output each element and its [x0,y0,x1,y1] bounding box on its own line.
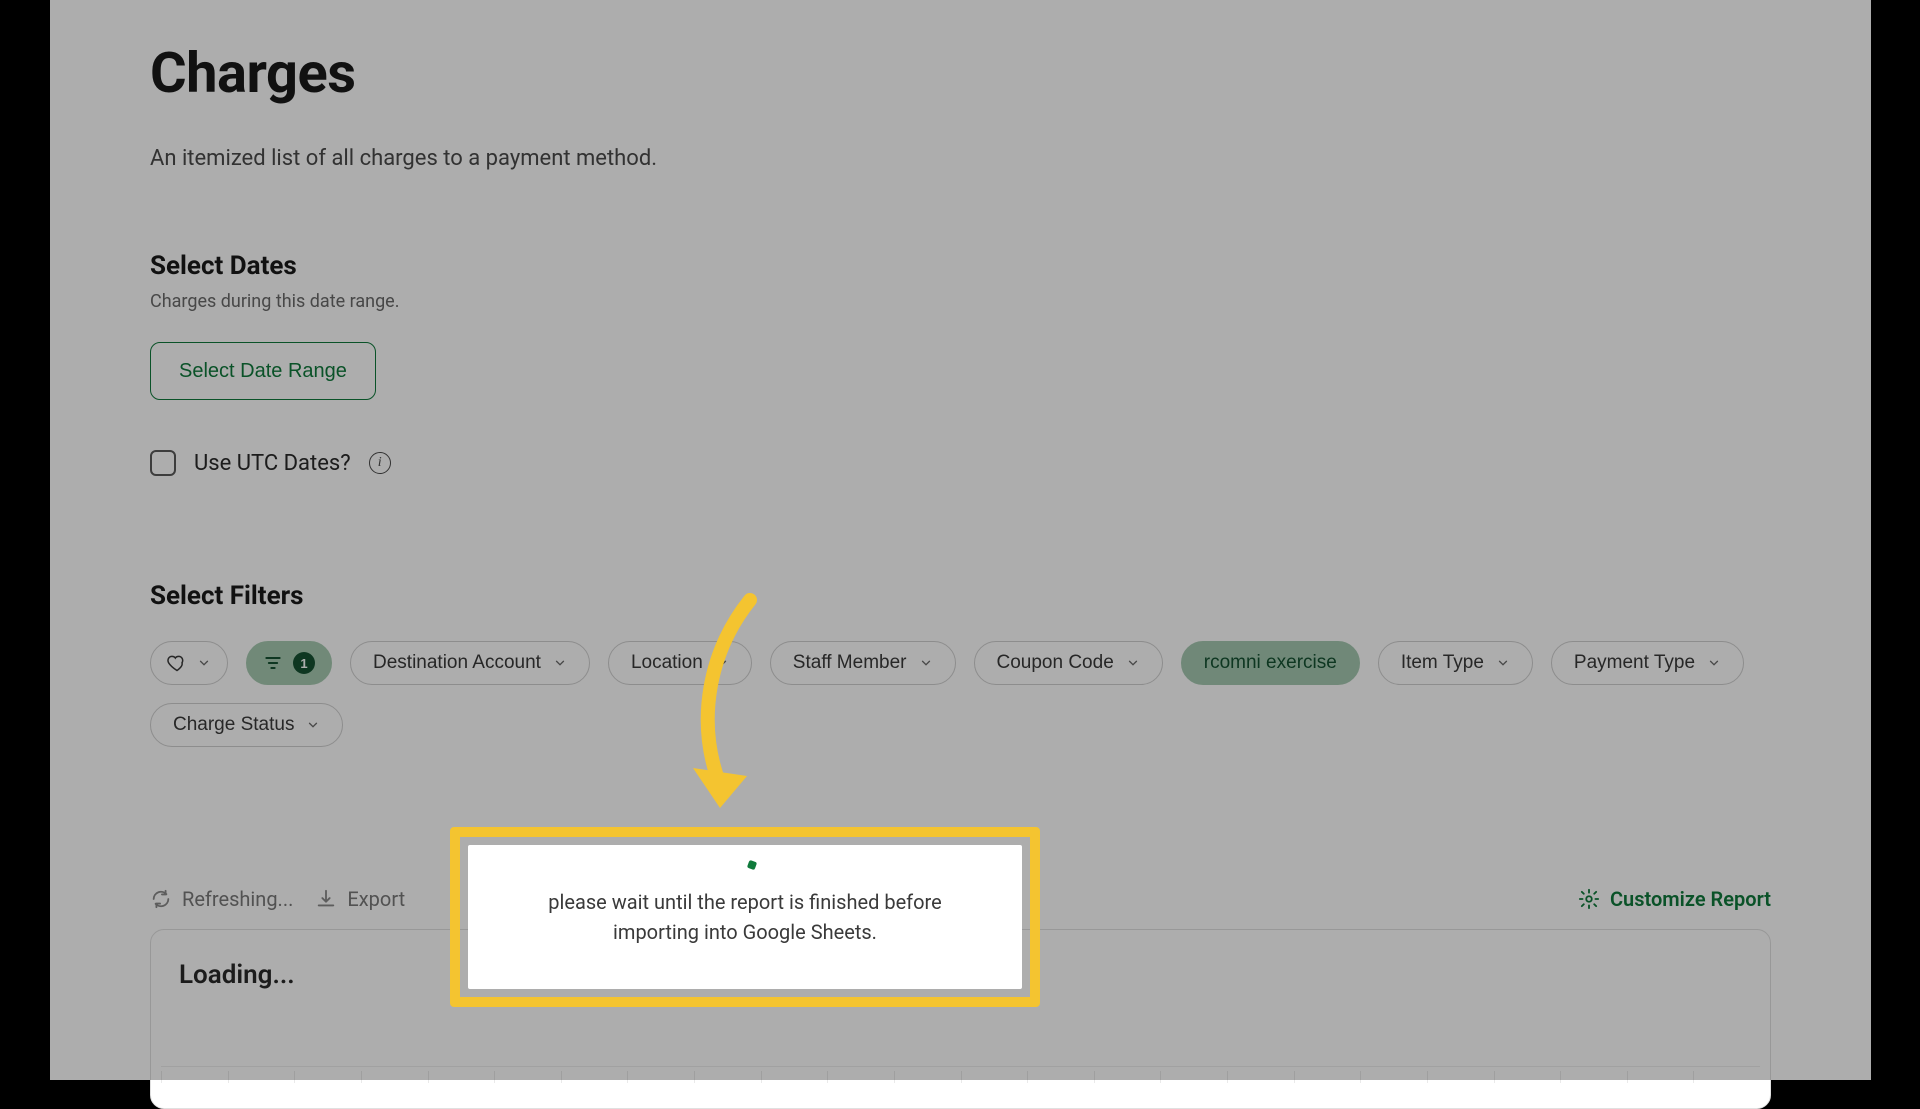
customize-report-button[interactable]: Customize Report [1578,887,1771,911]
filter-label: Coupon Code [997,652,1114,674]
refresh-button[interactable]: Refreshing... [150,887,293,911]
chevron-down-icon [715,656,729,670]
filter-icon [263,653,283,673]
filter-label: Payment Type [1574,652,1695,674]
filter-coupon-code[interactable]: Coupon Code [974,641,1163,685]
filter-location[interactable]: Location [608,641,752,685]
filter-label: Location [631,652,703,674]
filter-charge-status[interactable]: Charge Status [150,703,343,747]
filter-label: Destination Account [373,652,541,674]
wait-popup-message: please wait until the report is finished… [505,887,985,947]
page-title: Charges [150,40,1771,106]
filter-label: rcomni exercise [1204,652,1337,674]
customize-report-label: Customize Report [1610,887,1771,911]
filter-destination-account[interactable]: Destination Account [350,641,590,685]
select-filters-heading: Select Filters [150,581,1771,611]
filter-rcomni-exercise[interactable]: rcomni exercise [1181,641,1360,685]
filter-label: Staff Member [793,652,907,674]
app-root: Charges An itemized list of all charges … [50,0,1871,1080]
refreshing-label: Refreshing... [182,887,293,911]
use-utc-checkbox[interactable] [150,450,176,476]
filter-label: Charge Status [173,714,294,736]
filters-row: 1 Destination Account Location Staff Mem… [150,641,1771,747]
chevron-down-icon [306,718,320,732]
export-label: Export [347,887,405,911]
page-subtitle: An itemized list of all charges to a pay… [150,146,1771,171]
select-date-range-label: Select Date Range [179,360,347,383]
select-date-range-button[interactable]: Select Date Range [150,342,376,400]
spinner-icon [747,860,757,870]
table-column-ticks [161,1066,1760,1086]
filter-payment-type[interactable]: Payment Type [1551,641,1744,685]
chevron-down-icon [553,656,567,670]
refresh-icon [150,888,172,910]
select-dates-heading: Select Dates [150,251,1771,281]
chevron-down-icon [1496,656,1510,670]
select-dates-hint: Charges during this date range. [150,291,1771,312]
filter-staff-member[interactable]: Staff Member [770,641,956,685]
gear-icon [1578,888,1600,910]
favorite-filter-button[interactable] [150,641,228,685]
active-filters-button[interactable]: 1 [246,641,332,685]
use-utc-label: Use UTC Dates? [194,451,351,476]
chevron-down-icon [1126,656,1140,670]
filter-item-type[interactable]: Item Type [1378,641,1533,685]
chevron-down-icon [1707,656,1721,670]
chevron-down-icon [919,656,933,670]
info-icon[interactable]: i [369,452,391,474]
download-icon [315,888,337,910]
export-button[interactable]: Export [315,887,405,911]
chevron-down-icon [197,656,211,670]
active-filters-badge: 1 [293,652,315,674]
wait-popup: please wait until the report is finished… [468,845,1022,989]
filter-label: Item Type [1401,652,1484,674]
heart-icon [167,653,187,673]
